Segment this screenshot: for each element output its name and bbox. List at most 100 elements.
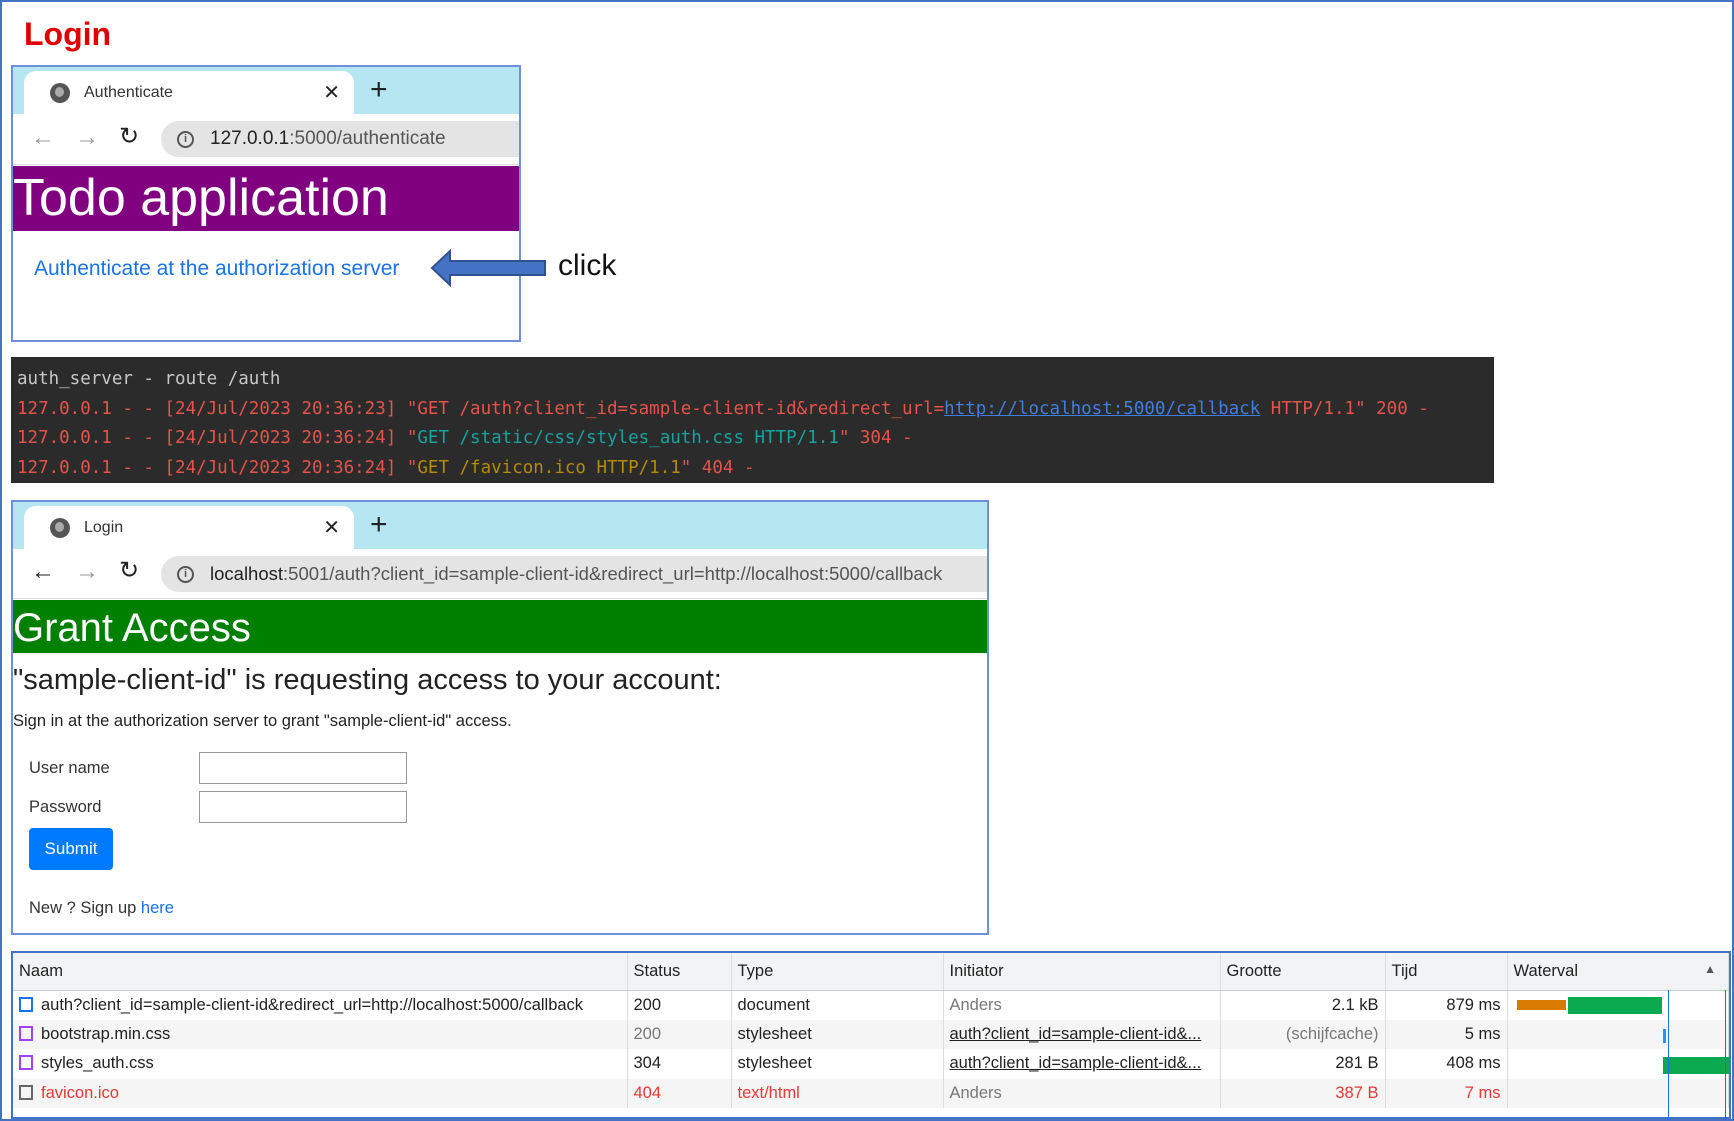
waterfall-cell bbox=[1507, 1078, 1729, 1108]
info-icon: i bbox=[177, 565, 194, 583]
username-input[interactable] bbox=[199, 752, 407, 784]
tab-title: Authenticate bbox=[84, 83, 173, 101]
initiator: Anders bbox=[943, 990, 1221, 1020]
waterfall-bar-download bbox=[1663, 1057, 1729, 1074]
new-tab-icon[interactable]: + bbox=[370, 510, 388, 540]
description: Sign in at the authorization server to g… bbox=[13, 712, 512, 730]
type: text/html bbox=[731, 1078, 944, 1108]
table-row[interactable]: bootstrap.min.css 200 stylesheet auth?cl… bbox=[13, 1019, 1729, 1049]
back-icon[interactable]: ← bbox=[31, 560, 55, 584]
browser-toolbar: ← → ↻ i localhost:5001/auth?client_id=sa… bbox=[13, 549, 987, 599]
stylesheet-icon bbox=[19, 1055, 33, 1071]
signup-link[interactable]: here bbox=[141, 899, 174, 917]
type: stylesheet bbox=[731, 1019, 944, 1049]
type: document bbox=[731, 990, 944, 1020]
size: 281 B bbox=[1220, 1049, 1386, 1079]
initiator-link[interactable]: auth?client_id=sample-client-id&... bbox=[943, 1019, 1221, 1049]
tab-login[interactable]: Login ✕ bbox=[24, 506, 354, 549]
log-suffix: HTTP/1.1" 200 - bbox=[1260, 398, 1429, 419]
url-path: :5001/auth?client_id=sample-client-id&re… bbox=[283, 563, 943, 584]
terminal-title: auth_server - route /auth bbox=[17, 369, 281, 389]
new-tab-icon[interactable]: + bbox=[370, 75, 388, 105]
col-waterfall[interactable]: Waterval ▲ bbox=[1507, 953, 1729, 991]
type: stylesheet bbox=[731, 1049, 944, 1079]
submit-button[interactable]: Submit bbox=[29, 828, 113, 870]
time: 7 ms bbox=[1385, 1078, 1508, 1108]
log-request: GET /static/css/styles_auth.css HTTP/1.1 bbox=[417, 428, 839, 449]
log-prefix: 127.0.0.1 - - [24/Jul/2023 20:36:24] " bbox=[17, 428, 418, 449]
size: 2.1 kB bbox=[1220, 990, 1386, 1020]
size: (schijfcache) bbox=[1220, 1019, 1386, 1049]
col-status[interactable]: Status bbox=[627, 953, 732, 991]
request-heading: "sample-client-id" is requesting access … bbox=[13, 664, 722, 696]
col-initiator[interactable]: Initiator bbox=[943, 953, 1221, 991]
waterfall-bar-download bbox=[1568, 997, 1662, 1014]
authenticate-link[interactable]: Authenticate at the authorization server bbox=[34, 257, 399, 281]
browser-window-login: Login ✕ + ← → ↻ i localhost:5001/auth?cl… bbox=[11, 500, 989, 935]
document-icon bbox=[19, 996, 33, 1012]
waterfall-cell bbox=[1507, 1019, 1729, 1049]
globe-icon bbox=[50, 82, 70, 103]
waterfall-bar bbox=[1663, 1029, 1666, 1043]
reload-icon[interactable]: ↻ bbox=[119, 559, 139, 583]
status: 304 bbox=[627, 1049, 732, 1079]
dom-content-loaded-line bbox=[1668, 990, 1669, 1120]
stylesheet-icon bbox=[19, 1025, 33, 1041]
table-row[interactable]: auth?client_id=sample-client-id&redirect… bbox=[13, 990, 1729, 1020]
col-time[interactable]: Tijd bbox=[1385, 953, 1508, 991]
log-prefix: 127.0.0.1 - - [24/Jul/2023 20:36:24] " bbox=[17, 458, 418, 479]
log-suffix: " 304 - bbox=[838, 428, 913, 449]
status: 200 bbox=[627, 1019, 732, 1049]
file-icon bbox=[19, 1084, 33, 1100]
tab-bar: Authenticate ✕ + bbox=[13, 67, 519, 114]
status: 200 bbox=[627, 990, 732, 1020]
log-line: 127.0.0.1 - - [24/Jul/2023 20:36:24] "GE… bbox=[17, 454, 1494, 483]
forward-icon[interactable]: → bbox=[75, 126, 99, 150]
signup-text: New ? Sign up here bbox=[29, 899, 174, 918]
col-type[interactable]: Type bbox=[731, 953, 944, 991]
waterfall-bar-waiting bbox=[1517, 1000, 1566, 1010]
address-bar[interactable]: i localhost:5001/auth?client_id=sample-c… bbox=[161, 556, 987, 592]
col-size[interactable]: Grootte bbox=[1220, 953, 1386, 991]
table-header: Naam Status Type Initiator Grootte Tijd … bbox=[13, 953, 1729, 991]
table-row[interactable]: favicon.ico 404 text/html Anders 387 B 7… bbox=[13, 1078, 1729, 1108]
log-link[interactable]: http://localhost:5000/callback bbox=[944, 399, 1260, 419]
reload-icon[interactable]: ↻ bbox=[119, 125, 139, 149]
url-path: :5000/authenticate bbox=[289, 128, 446, 149]
network-table: Naam Status Type Initiator Grootte Tijd … bbox=[13, 953, 1729, 1108]
time: 5 ms bbox=[1385, 1019, 1508, 1049]
col-waterfall-label: Waterval bbox=[1513, 961, 1579, 980]
password-label: Password bbox=[29, 798, 102, 816]
browser-toolbar: ← → ↻ i 127.0.0.1:5000/authenticate bbox=[13, 114, 519, 165]
close-tab-icon[interactable]: ✕ bbox=[323, 515, 340, 540]
request-name: styles_auth.css bbox=[41, 1054, 154, 1073]
network-panel: Naam Status Type Initiator Grootte Tijd … bbox=[11, 951, 1731, 1120]
click-annotation: click bbox=[558, 249, 617, 282]
log-line: 127.0.0.1 - - [24/Jul/2023 20:36:24] "GE… bbox=[17, 424, 1494, 454]
sort-ascending-icon[interactable]: ▲ bbox=[1704, 962, 1716, 976]
back-icon[interactable]: ← bbox=[31, 126, 55, 150]
tab-title: Login bbox=[84, 518, 124, 536]
address-bar[interactable]: i 127.0.0.1:5000/authenticate bbox=[161, 121, 519, 157]
page-header: Grant Access bbox=[13, 600, 987, 653]
time: 408 ms bbox=[1385, 1049, 1508, 1079]
tab-authenticate[interactable]: Authenticate ✕ bbox=[24, 71, 354, 114]
table-row[interactable]: styles_auth.css 304 stylesheet auth?clie… bbox=[13, 1049, 1729, 1079]
globe-icon bbox=[50, 517, 70, 538]
username-label: User name bbox=[29, 759, 110, 777]
log-request: GET /favicon.ico HTTP/1.1 bbox=[417, 458, 681, 479]
log-suffix: " 404 - bbox=[680, 458, 755, 479]
request-name: favicon.ico bbox=[41, 1083, 119, 1102]
initiator-link[interactable]: auth?client_id=sample-client-id&... bbox=[943, 1049, 1221, 1079]
col-name[interactable]: Naam bbox=[13, 953, 628, 991]
initiator: Anders bbox=[943, 1078, 1221, 1108]
log-prefix: 127.0.0.1 - - [24/Jul/2023 20:36:23] "GE… bbox=[17, 398, 945, 419]
size: 387 B bbox=[1220, 1078, 1386, 1108]
close-tab-icon[interactable]: ✕ bbox=[323, 80, 340, 105]
password-input[interactable] bbox=[199, 791, 407, 823]
forward-icon[interactable]: → bbox=[75, 560, 99, 584]
signup-prompt: New ? Sign up bbox=[29, 899, 141, 917]
browser-window-authenticate: Authenticate ✕ + ← → ↻ i 127.0.0.1:5000/… bbox=[11, 65, 521, 342]
terminal-log: auth_server - route /auth 127.0.0.1 - - [… bbox=[11, 357, 1494, 483]
request-name: bootstrap.min.css bbox=[41, 1024, 171, 1043]
